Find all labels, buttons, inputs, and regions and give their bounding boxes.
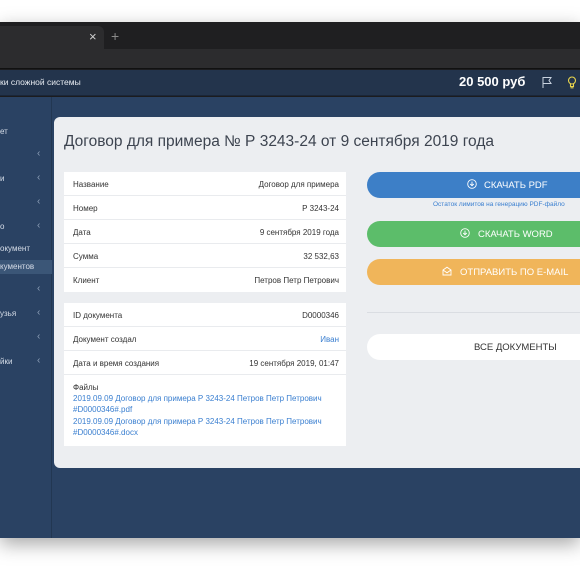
download-pdf-button[interactable]: СКАЧАТЬ PDF: [367, 172, 580, 198]
sidebar-item-label: кументов: [0, 262, 35, 271]
field-label: Сумма: [73, 252, 99, 261]
all-documents-label: ВСЕ ДОКУМЕНТЫ: [474, 342, 557, 353]
document-meta-card: ID документа D0000346 Документ создал Иван…: [64, 303, 346, 446]
field-label: Дата и время создания: [73, 359, 160, 368]
pdf-limit-note: Остаток лимитов на генерацию PDF-файло: [433, 201, 565, 208]
sidebar-item-friends[interactable]: узья ‹: [0, 307, 52, 321]
download-icon: [467, 179, 477, 189]
sidebar-item-5[interactable]: о ‹: [0, 220, 52, 234]
table-row: Дата 9 сентября 2019 года: [64, 220, 346, 244]
app-header: ки сложной системы 20 500 руб: [0, 70, 580, 96]
balance: 20 500 руб: [459, 74, 526, 89]
table-row: Номер Р 3243-24: [64, 196, 346, 220]
table-row: Название Договор для примера: [64, 172, 346, 196]
table-row: ID документа D0000346: [64, 303, 346, 327]
field-value: Р 3243-24: [302, 204, 339, 213]
field-label: Дата: [73, 228, 91, 237]
table-row: Сумма 32 532,63: [64, 244, 346, 268]
sidebar-item-label: о: [0, 222, 5, 231]
sidebar-item-8[interactable]: ‹: [0, 283, 52, 297]
field-label: ID документа: [73, 311, 123, 320]
creator-link[interactable]: Иван: [320, 335, 339, 344]
browser-toolbar: [0, 49, 580, 69]
table-row: Клиент Петров Петр Петрович: [64, 268, 346, 292]
all-documents-button[interactable]: ВСЕ ДОКУМЕНТЫ: [367, 334, 580, 360]
app-title: ки сложной системы: [0, 77, 81, 87]
file-link-docx[interactable]: 2019.09.09 Договор для примера Р 3243-24…: [73, 417, 343, 438]
send-email-button[interactable]: ОТПРАВИТЬ ПО E-MAIL: [367, 259, 580, 285]
download-icon: [460, 228, 470, 238]
close-tab-icon[interactable]: ×: [89, 28, 97, 46]
field-value: 9 сентября 2019 года: [259, 228, 339, 237]
field-label: Номер: [73, 204, 98, 213]
lightbulb-icon[interactable]: [567, 76, 577, 89]
sidebar-item-label: узья: [0, 309, 17, 318]
sidebar-item-3[interactable]: и ‹: [0, 172, 52, 186]
table-row: Документ создал Иван: [64, 327, 346, 351]
sidebar-item-new-document[interactable]: окумент: [0, 242, 52, 256]
document-details-card: Название Договор для примера Номер Р 3243-…: [64, 172, 346, 292]
sidebar-item-2[interactable]: ‹: [0, 148, 52, 162]
chevron-left-icon: ‹: [37, 196, 41, 207]
new-tab-icon[interactable]: +: [111, 27, 119, 45]
chevron-left-icon: ‹: [37, 307, 41, 318]
page-title: Договор для примера № Р 3243-24 от 9 сен…: [64, 133, 494, 150]
download-pdf-label: СКАЧАТЬ PDF: [484, 180, 548, 191]
files-label: Файлы: [73, 383, 99, 392]
envelope-icon: [442, 266, 452, 276]
field-label: Название: [73, 180, 109, 189]
tab-bar: × +: [0, 22, 580, 49]
field-value: D0000346: [302, 311, 339, 320]
download-word-label: СКАЧАТЬ WORD: [478, 229, 553, 240]
field-value: 19 сентября 2019, 01:47: [249, 359, 339, 368]
field-value: Договор для примера: [258, 180, 339, 189]
sidebar-item-label: йки: [0, 357, 13, 366]
chevron-left-icon: ‹: [37, 283, 41, 294]
sidebar-item-4[interactable]: ‹: [0, 196, 52, 210]
chevron-left-icon: ‹: [37, 172, 41, 183]
sidebar-item-label: окумент: [0, 244, 30, 253]
browser-window: × + ки сложной системы 20 500 руб ет ‹ и…: [0, 22, 580, 538]
sidebar-item-10[interactable]: ‹: [0, 331, 52, 345]
send-email-label: ОТПРАВИТЬ ПО E-MAIL: [460, 267, 569, 278]
field-label: Клиент: [73, 276, 100, 285]
sidebar-item-label: и: [0, 174, 5, 183]
field-value: Петров Петр Петрович: [254, 276, 339, 285]
sidebar: ет ‹ и ‹ ‹ о ‹ окумент кументов ‹ узья ‹ ‹ …: [0, 97, 52, 538]
file-link-pdf[interactable]: 2019.09.09 Договор для примера Р 3243-24…: [73, 394, 343, 415]
chevron-left-icon: ‹: [37, 148, 41, 159]
sidebar-item-documents[interactable]: кументов: [0, 260, 52, 274]
sidebar-item-1[interactable]: ет: [0, 125, 52, 139]
table-row: Дата и время создания 19 сентября 2019, 0…: [64, 351, 346, 375]
sidebar-item-settings[interactable]: йки ‹: [0, 355, 52, 369]
chevron-left-icon: ‹: [37, 355, 41, 366]
sidebar-item-label: ет: [0, 127, 8, 136]
field-label: Документ создал: [73, 335, 137, 344]
chevron-left-icon: ‹: [37, 220, 41, 231]
divider: [367, 312, 580, 313]
flag-icon[interactable]: [541, 76, 553, 89]
browser-tab[interactable]: ×: [0, 26, 104, 49]
document-panel: Договор для примера № Р 3243-24 от 9 сен…: [54, 117, 580, 468]
download-word-button[interactable]: СКАЧАТЬ WORD: [367, 221, 580, 247]
field-value: 32 532,63: [303, 252, 339, 261]
chevron-left-icon: ‹: [37, 331, 41, 342]
